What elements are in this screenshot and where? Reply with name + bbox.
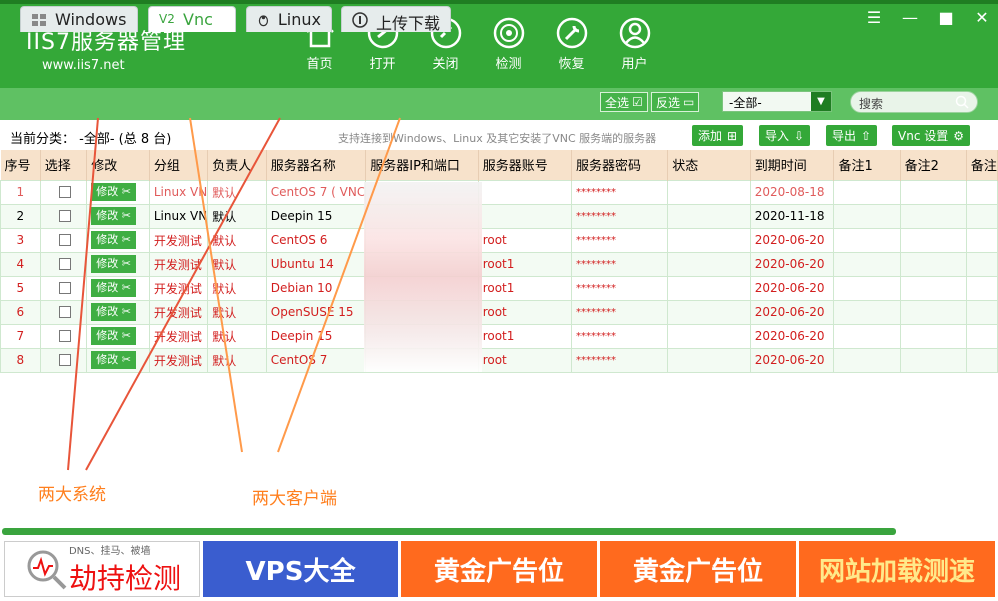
banner-ad-2[interactable]: 黄金广告位 <box>600 541 796 597</box>
scroll-bar[interactable] <box>2 528 896 535</box>
arrow-to-vnc-tab <box>189 117 243 453</box>
banner-ad-1[interactable]: 黄金广告位 <box>401 541 597 597</box>
banner-ad-2-label: 黄金广告位 <box>632 556 763 587</box>
banner-speed-test[interactable]: 网站加载测速 <box>799 541 995 597</box>
annotation-two-clients: 两大客户端 <box>252 489 337 509</box>
arrow-to-linux-tab <box>85 117 281 471</box>
app-window: IIS7服务器管理 www.iis7.net 首页 打开 关闭 检测 恢复 用户… <box>0 0 998 601</box>
banner-ad-1-label: 黄金广告位 <box>433 556 564 587</box>
arrow-to-upload-tab <box>277 117 401 453</box>
annotation-two-systems: 两大系统 <box>38 485 106 505</box>
banner-hijack-check[interactable]: DNS、挂马、被墙 劫持检测 <box>4 541 200 597</box>
arrow-to-windows-tab <box>67 117 99 471</box>
pulse-search-icon <box>27 550 67 590</box>
banner-small-text: DNS、挂马、被墙 <box>68 545 151 557</box>
banner-vps[interactable]: VPS大全 <box>203 541 398 597</box>
banner-speed-label: 网站加载测速 <box>818 556 975 587</box>
banner-hijack-label: 劫持检测 <box>68 561 181 595</box>
annotation-arrows <box>67 117 401 471</box>
banner-vps-label: VPS大全 <box>245 556 356 587</box>
